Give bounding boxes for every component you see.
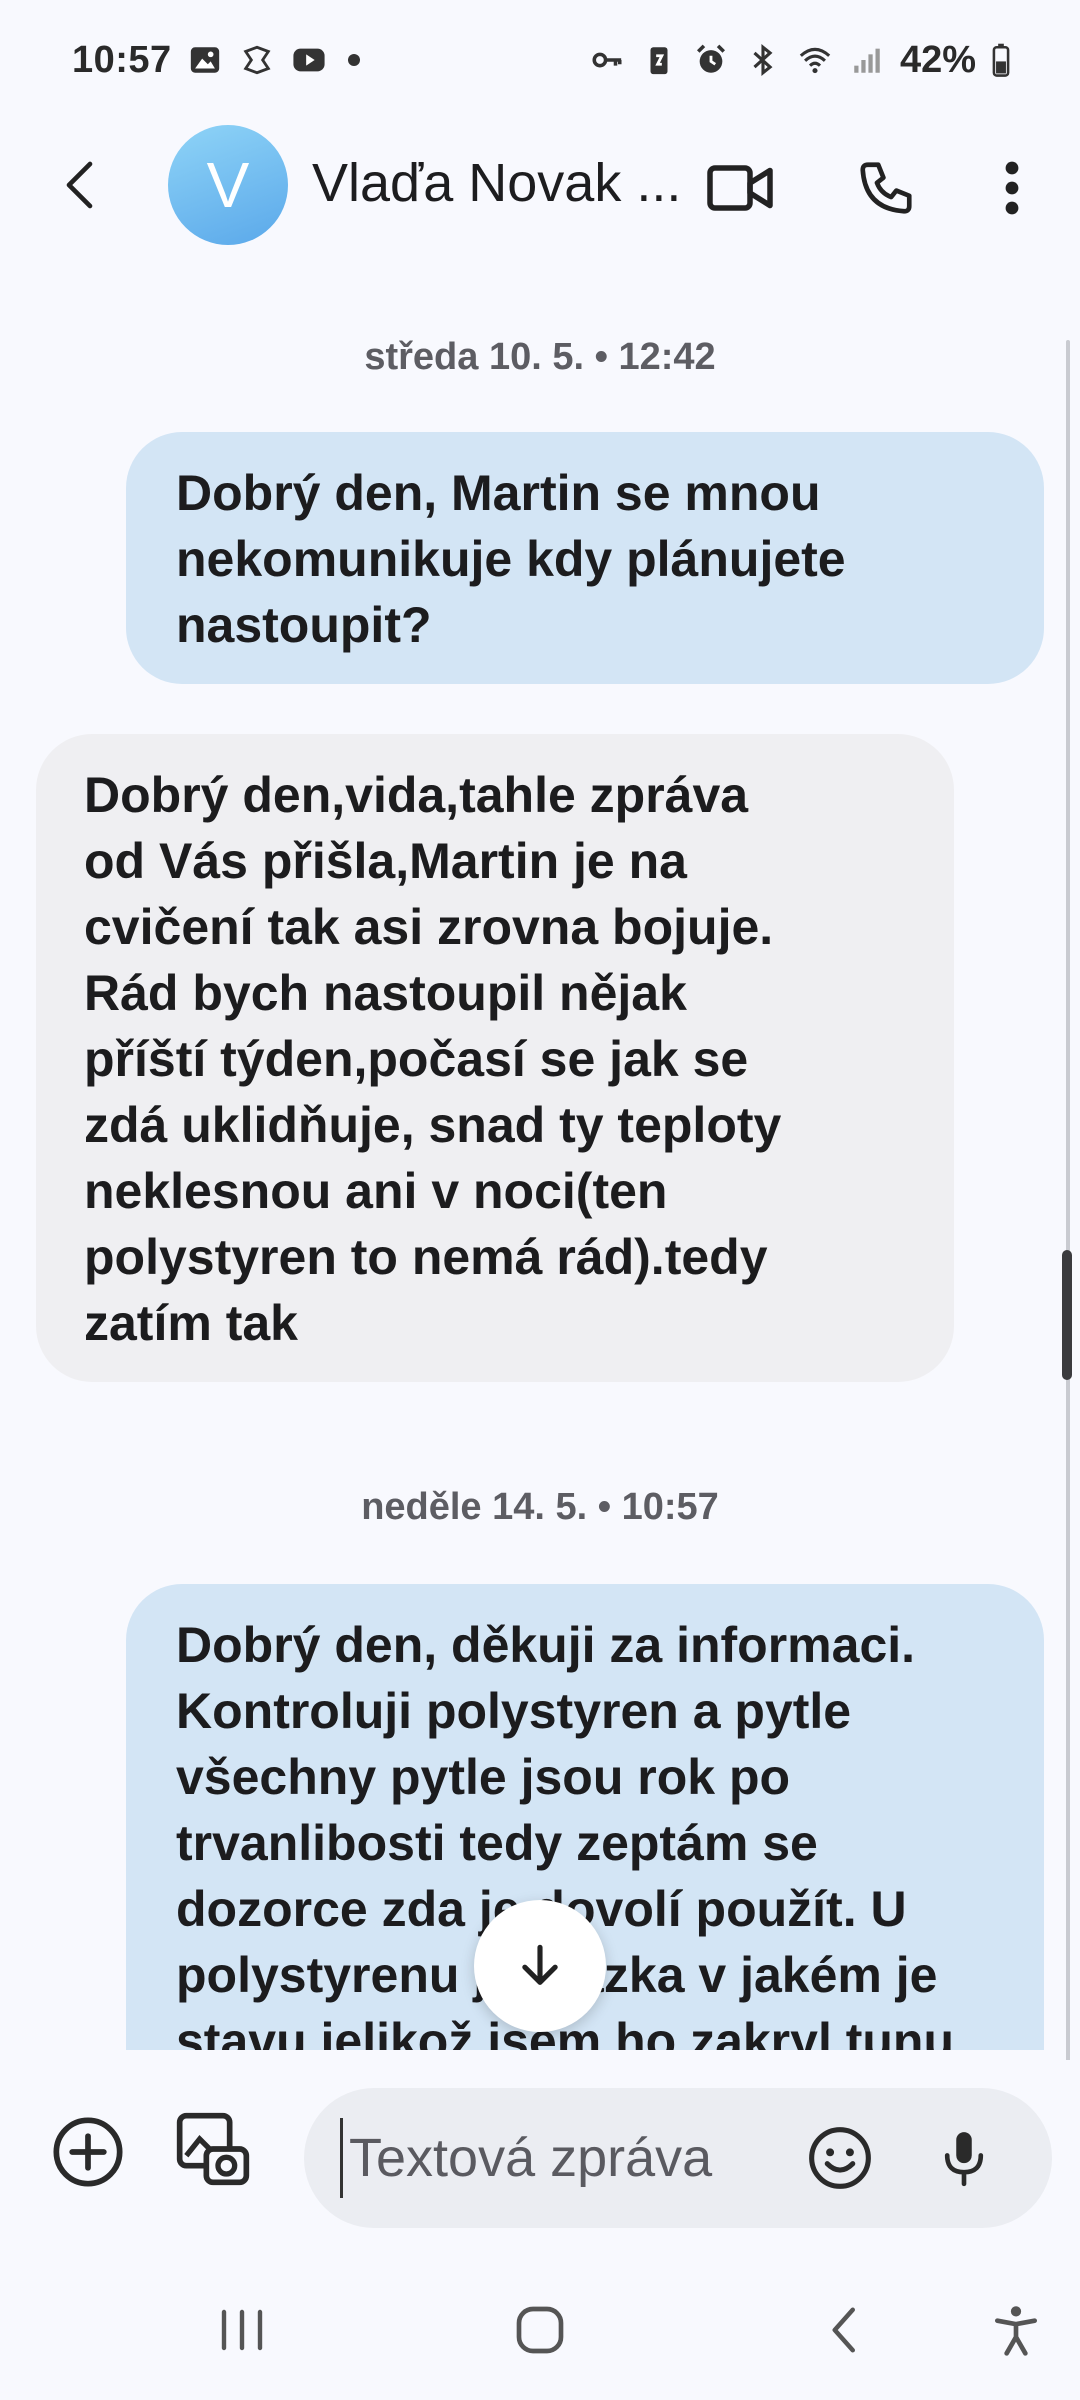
contact-avatar[interactable]: V: [168, 125, 288, 245]
date-separator: středa 10. 5. • 12:42: [364, 336, 716, 378]
received-message-bubble[interactable]: Dobrý den,vida,tahle zpráva od Vás přišl…: [36, 734, 954, 1382]
scrollbar-thumb[interactable]: [1062, 1250, 1072, 1380]
battery-icon: [990, 41, 1012, 79]
contact-name[interactable]: Vlaďa Novak ...: [312, 152, 681, 214]
back-nav-button[interactable]: [796, 2290, 896, 2370]
voice-call-button[interactable]: [846, 148, 926, 228]
message-input-container: [304, 2088, 1052, 2228]
emoji-icon: [809, 2127, 871, 2189]
more-options-button[interactable]: [972, 148, 1052, 228]
more-vertical-icon: [1005, 161, 1019, 215]
key-icon: [588, 41, 626, 79]
back-button[interactable]: [48, 150, 118, 220]
add-attachment-button[interactable]: [44, 2108, 132, 2196]
chevron-left-icon: [66, 161, 93, 209]
date-separator: neděle 14. 5. • 10:57: [361, 1486, 719, 1528]
wifi-icon: [796, 41, 834, 79]
bluetooth-icon: [744, 41, 782, 79]
home-icon: [516, 2306, 564, 2354]
battery-saver-icon: [640, 41, 678, 79]
microphone-icon: [944, 2132, 984, 2187]
youtube-icon: [290, 41, 328, 79]
status-time: 10:57: [72, 38, 172, 81]
battery-percent: 42%: [899, 38, 976, 81]
phone-icon: [860, 162, 912, 214]
compose-bar: [0, 2060, 1080, 2260]
message-input[interactable]: [340, 2118, 780, 2198]
arrow-down-icon: [522, 1944, 558, 1985]
video-camera-icon: [707, 165, 773, 211]
plus-circle-icon: [53, 2117, 123, 2187]
home-button[interactable]: [490, 2290, 590, 2370]
notification-dot-icon: [347, 54, 360, 66]
accessibility-button[interactable]: [966, 2290, 1066, 2370]
emoji-button[interactable]: [800, 2118, 880, 2198]
app-icon: [238, 41, 276, 79]
status-bar: 10:57 42%: [0, 0, 1080, 120]
gallery-camera-icon: [176, 2112, 250, 2186]
signal-icon: [848, 41, 886, 79]
system-navigation-bar: [0, 2260, 1080, 2400]
recent-apps-button[interactable]: [192, 2290, 292, 2370]
gallery-icon: [186, 41, 224, 79]
gallery-camera-button[interactable]: [168, 2104, 258, 2194]
alarm-icon: [692, 41, 730, 79]
scroll-to-bottom-button[interactable]: [474, 1900, 606, 2032]
accessibility-icon: [995, 2306, 1037, 2356]
sent-message-bubble[interactable]: Dobrý den, Martin se mnou nekomunikuje k…: [126, 432, 1044, 684]
voice-input-button[interactable]: [924, 2118, 1004, 2198]
conversation-header: V Vlaďa Novak ...: [0, 120, 1080, 250]
back-icon: [832, 2307, 855, 2353]
message-list[interactable]: středa 10. 5. • 12:42 Dobrý den, Martin …: [0, 250, 1080, 2050]
recent-apps-icon: [221, 2309, 263, 2351]
video-call-button[interactable]: [700, 148, 780, 228]
